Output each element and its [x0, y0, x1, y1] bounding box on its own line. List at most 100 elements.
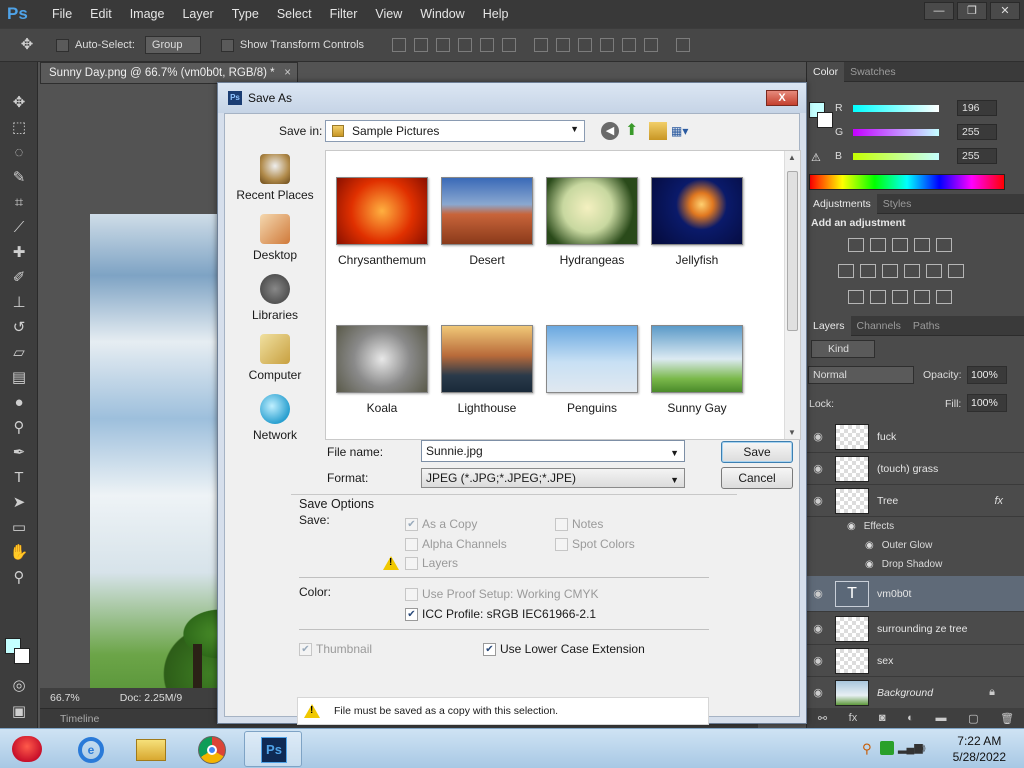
place-desktop[interactable]: Desktop	[233, 214, 317, 262]
visibility-eye-icon[interactable]: ◉	[807, 654, 829, 667]
distribute-right-icon[interactable]	[644, 38, 659, 52]
exposure-icon[interactable]	[914, 238, 930, 252]
lower-case-extension-checkbox[interactable]: ✔ Use Lower Case Extension	[483, 642, 645, 656]
blue-slider[interactable]	[853, 152, 939, 160]
out-of-gamut-warning-icon[interactable]: ⚠	[811, 151, 821, 164]
up-folder-icon[interactable]: ⬆	[625, 122, 643, 140]
green-slider[interactable]	[853, 128, 939, 136]
move-tool-icon[interactable]: ✥	[6, 92, 32, 114]
red-slider[interactable]	[853, 104, 939, 112]
visibility-eye-icon[interactable]: ◉	[807, 686, 829, 699]
document-tab[interactable]: Sunny Day.png @ 66.7% (vm0b0t, RGB/8) * …	[40, 62, 298, 84]
background-color-swatch[interactable]	[14, 648, 30, 664]
dialog-close-button[interactable]: X	[766, 90, 798, 106]
menu-layer[interactable]: Layer	[173, 0, 222, 28]
taskbar-clock[interactable]: 7:22 AM 5/28/2022	[953, 733, 1006, 765]
place-libraries[interactable]: Libraries	[233, 274, 317, 322]
healing-tool-icon[interactable]: ✚	[6, 242, 32, 264]
tab-color[interactable]: Color	[807, 61, 845, 82]
black-white-icon[interactable]	[882, 264, 898, 278]
visibility-eye-icon[interactable]: ◉	[807, 622, 829, 635]
color-spectrum[interactable]	[809, 174, 1005, 190]
channel-mixer-icon[interactable]	[926, 264, 942, 278]
scrollbar-thumb[interactable]	[787, 171, 798, 331]
menu-window[interactable]: Window	[411, 0, 473, 28]
fill-input[interactable]: 100%	[967, 394, 1007, 412]
align-right-icon[interactable]	[502, 38, 517, 52]
save-button[interactable]: Save	[721, 441, 793, 463]
layers-checkbox[interactable]: Layers	[405, 556, 458, 570]
brush-tool-icon[interactable]: ✐	[6, 267, 32, 289]
icc-profile-checkbox[interactable]: ✔ ICC Profile: sRGB IEC61966-2.1	[405, 607, 596, 621]
cancel-button[interactable]: Cancel	[721, 467, 793, 489]
blend-mode-dropdown[interactable]: Normal	[808, 366, 914, 384]
hand-tool-icon[interactable]: ✋	[6, 542, 32, 564]
invert-icon[interactable]	[848, 290, 864, 304]
zoom-tool-icon[interactable]: ⚲	[6, 567, 32, 589]
close-document-icon[interactable]: ×	[284, 63, 291, 83]
layer-effects-fx-icon[interactable]: fx	[994, 495, 1003, 507]
move-tool-icon[interactable]: ✥	[14, 34, 40, 56]
tab-channels[interactable]: Channels	[851, 316, 907, 336]
save-in-dropdown[interactable]: Sample Pictures ▼	[325, 120, 585, 142]
alpha-channels-checkbox[interactable]: Alpha Channels	[405, 537, 507, 551]
visibility-eye-icon[interactable]: ◉	[807, 430, 829, 443]
tray-app-icon[interactable]	[880, 741, 894, 755]
hue-saturation-icon[interactable]	[838, 264, 854, 278]
effects-row[interactable]: ◉ Effects	[847, 517, 894, 535]
distribute-left-icon[interactable]	[600, 38, 615, 52]
auto-select-checkbox[interactable]	[56, 38, 69, 52]
start-button[interactable]	[2, 731, 54, 767]
close-icon[interactable]: ✕	[990, 2, 1020, 20]
layer-row[interactable]: ◉ surrounding ze tree	[807, 613, 1024, 645]
screen-mode-icon[interactable]: ▣	[6, 701, 32, 723]
tab-swatches[interactable]: Swatches	[844, 62, 902, 82]
file-name-input[interactable]: Sunnie.jpg ▼	[421, 440, 685, 462]
taskbar-file-explorer[interactable]	[122, 731, 180, 767]
posterize-icon[interactable]	[870, 290, 886, 304]
align-hcenter-icon[interactable]	[480, 38, 495, 52]
quick-mask-icon[interactable]: ◎	[6, 675, 32, 697]
distribute-top-icon[interactable]	[534, 38, 549, 52]
color-lookup-icon[interactable]	[948, 264, 964, 278]
pen-tool-icon[interactable]: ✒	[6, 442, 32, 464]
place-computer[interactable]: Computer	[233, 334, 317, 382]
chevron-down-icon[interactable]: ▼	[670, 443, 679, 463]
distribute-vcenter-icon[interactable]	[556, 38, 571, 52]
lasso-tool-icon[interactable]: ◌	[6, 142, 32, 164]
taskbar-photoshop[interactable]: Ps	[244, 731, 302, 767]
place-recent-places[interactable]: Recent Places	[233, 154, 317, 202]
dodge-tool-icon[interactable]: ⚲	[6, 417, 32, 439]
blur-tool-icon[interactable]: ●	[6, 392, 32, 414]
stamp-tool-icon[interactable]: ⊥	[6, 292, 32, 314]
layer-filter-dropdown[interactable]: Kind	[811, 340, 875, 358]
visibility-eye-icon[interactable]: ◉	[865, 540, 874, 551]
visibility-eye-icon[interactable]: ◉	[807, 494, 829, 507]
tab-paths[interactable]: Paths	[907, 316, 946, 336]
menu-file[interactable]: File	[43, 0, 81, 28]
minimize-icon[interactable]: —	[924, 2, 954, 20]
gradient-tool-icon[interactable]: ▤	[6, 367, 32, 389]
zoom-level[interactable]: 66.7%	[50, 688, 80, 708]
file-item[interactable]: Jellyfish	[645, 177, 749, 267]
file-list[interactable]: Chrysanthemum Desert Hydrangeas Jellyfis…	[325, 150, 801, 440]
marquee-tool-icon[interactable]: ⬚	[6, 117, 32, 139]
thumbnail-checkbox[interactable]: ✔ Thumbnail	[299, 642, 372, 656]
file-item[interactable]: Penguins	[540, 325, 644, 415]
shape-tool-icon[interactable]: ▭	[6, 517, 32, 539]
crop-tool-icon[interactable]: ⌗	[6, 192, 32, 214]
tab-adjustments[interactable]: Adjustments	[807, 193, 877, 214]
vibrance-icon[interactable]	[936, 238, 952, 252]
format-dropdown[interactable]: JPEG (*.JPG;*.JPEG;*.JPE) ▼	[421, 468, 685, 488]
dialog-title-bar[interactable]: Ps Save As X	[218, 83, 806, 113]
file-item[interactable]: Koala	[330, 325, 434, 415]
effect-drop-shadow[interactable]: ◉ Drop Shadow	[865, 555, 942, 573]
quick-select-tool-icon[interactable]: ✎	[6, 167, 32, 189]
photo-filter-icon[interactable]	[904, 264, 920, 278]
link-layers-icon[interactable]: ⚯	[818, 712, 827, 725]
align-vcenter-icon[interactable]	[414, 38, 429, 52]
color-panel-background[interactable]	[817, 112, 833, 128]
menu-type[interactable]: Type	[223, 0, 268, 28]
place-network[interactable]: Network	[233, 394, 317, 442]
eraser-tool-icon[interactable]: ▱	[6, 342, 32, 364]
